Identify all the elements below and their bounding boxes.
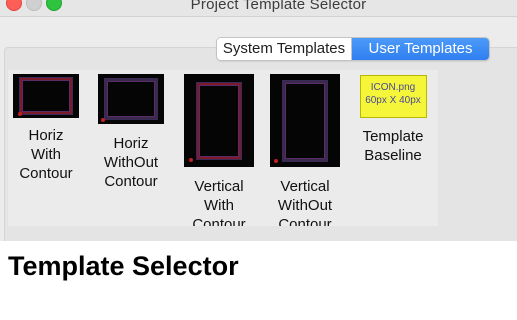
- template-label: Vertical: [280, 178, 330, 195]
- template-label: Horiz: [28, 127, 64, 144]
- template-label: Contour: [19, 165, 73, 182]
- template-label: Template: [362, 128, 424, 145]
- template-label: Vertical: [194, 178, 244, 195]
- template-label: With: [31, 146, 61, 163]
- title-bar: Project Template Selector: [0, 0, 517, 17]
- landscape-thumbnail-icon: [13, 74, 79, 118]
- tab-system-templates[interactable]: System Templates: [217, 38, 352, 60]
- portrait-thumbnail-icon: [270, 74, 340, 167]
- landscape-thumbnail-icon: [98, 74, 164, 124]
- icon-placeholder-thumbnail-icon: ICON.png 60px X 40px: [359, 75, 427, 118]
- tab-user-templates[interactable]: User Templates: [352, 38, 489, 60]
- template-grid[interactable]: Horiz With Contour Horiz WithOut Contour: [8, 70, 438, 226]
- template-item-vertical-with-contour[interactable]: Vertical With Contour: [184, 74, 254, 226]
- page-title: Template Selector: [8, 251, 239, 281]
- template-item-template-baseline[interactable]: ICON.png 60px X 40px Template Baseline: [356, 75, 430, 165]
- icon-placeholder-size: 60px X 40px: [365, 95, 421, 106]
- portrait-thumbnail-icon: [184, 74, 254, 167]
- window-title: Project Template Selector: [190, 0, 367, 13]
- icon-placeholder-filename: ICON.png: [370, 82, 416, 93]
- template-label: With: [204, 197, 234, 214]
- template-label: WithOut: [103, 154, 159, 171]
- template-label: Baseline: [364, 147, 422, 164]
- template-source-switch: System Templates User Templates: [216, 37, 490, 61]
- template-label: Contour: [192, 216, 246, 226]
- template-item-vertical-without-contour[interactable]: Vertical WithOut Contour: [270, 74, 340, 226]
- template-item-horiz-without-contour[interactable]: Horiz WithOut Contour: [98, 74, 164, 191]
- template-label: Contour: [278, 216, 332, 226]
- template-selector-window: Project Template Selector System Templat…: [0, 0, 517, 241]
- template-label: WithOut: [277, 197, 333, 214]
- template-label: Contour: [104, 173, 158, 190]
- template-item-horiz-with-contour[interactable]: Horiz With Contour: [13, 74, 79, 183]
- template-label: Horiz: [113, 135, 149, 152]
